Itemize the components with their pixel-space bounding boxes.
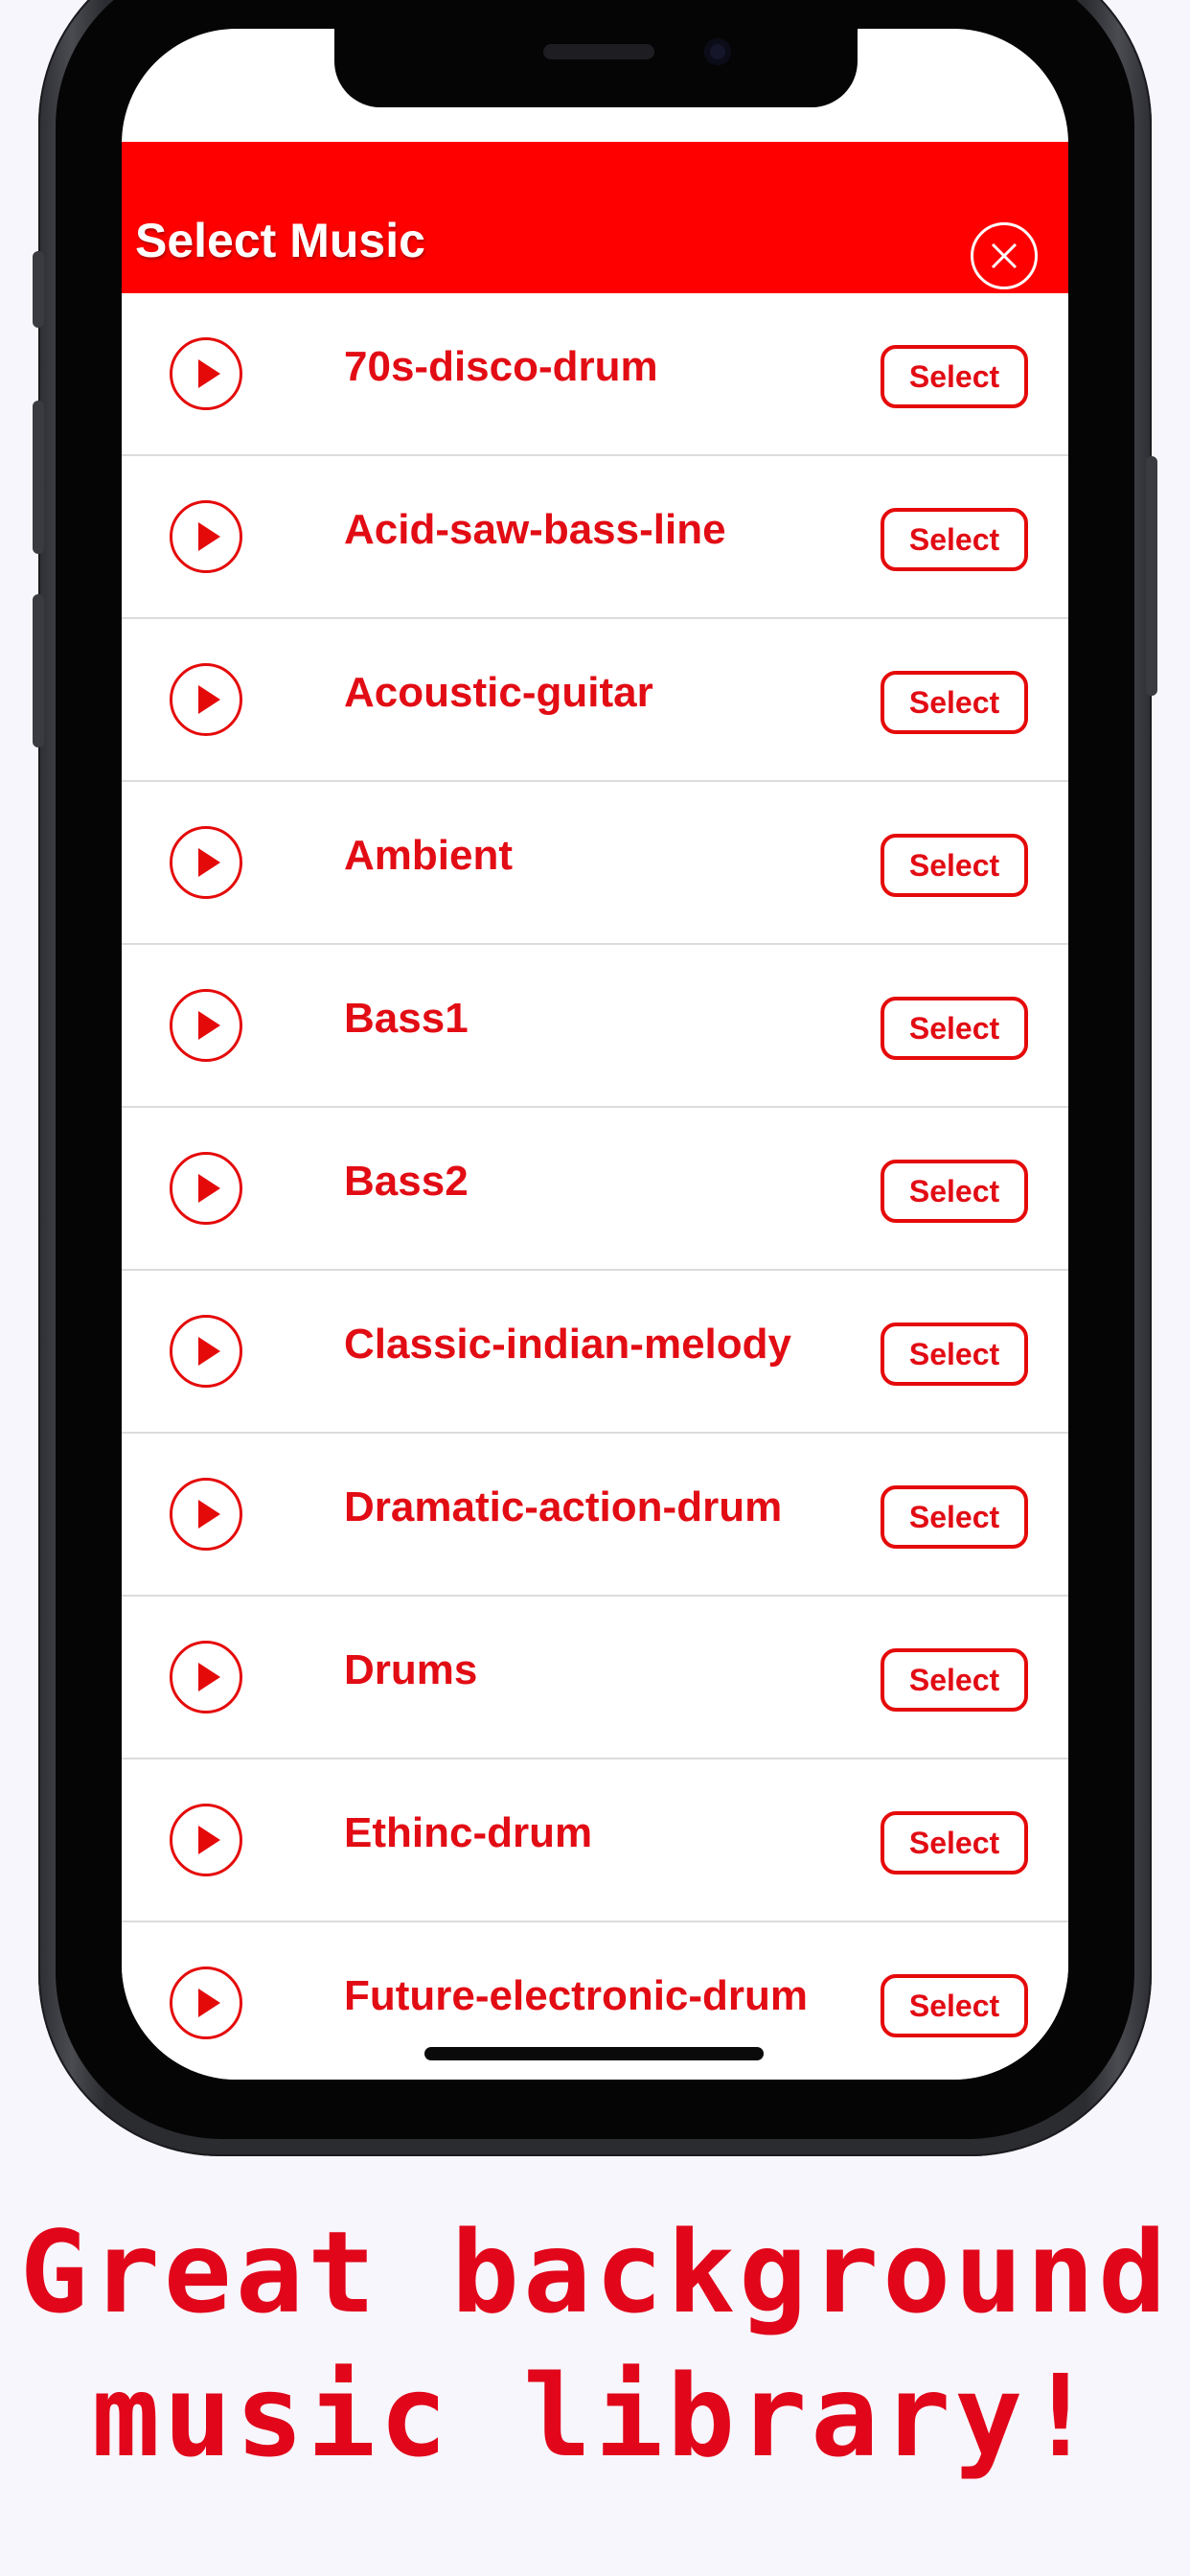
play-icon bbox=[198, 1989, 220, 2017]
track-name: Acid-saw-bass-line bbox=[344, 506, 726, 553]
close-icon bbox=[991, 242, 1018, 269]
play-button[interactable] bbox=[170, 1966, 242, 2039]
close-button[interactable] bbox=[971, 222, 1038, 289]
play-button[interactable] bbox=[170, 1315, 242, 1388]
play-icon bbox=[198, 1663, 220, 1691]
select-button[interactable]: Select bbox=[881, 508, 1028, 571]
play-icon bbox=[198, 359, 220, 388]
track-name: Dramatic-action-drum bbox=[344, 1484, 783, 1530]
play-button[interactable] bbox=[170, 826, 242, 899]
list-item[interactable]: Drums Select bbox=[122, 1597, 1068, 1760]
track-name: Drums bbox=[344, 1646, 478, 1693]
music-list: 70s-disco-drum Select Acid-saw-bass-line Se… bbox=[122, 293, 1068, 2080]
play-button[interactable] bbox=[170, 1641, 242, 1714]
select-button[interactable]: Select bbox=[881, 1160, 1028, 1223]
volume-up-button bbox=[33, 251, 44, 328]
home-indicator[interactable] bbox=[424, 2047, 764, 2060]
play-icon bbox=[198, 1174, 220, 1203]
app-screen: Select Music 70s-disco-drum Select Acid-sa… bbox=[122, 29, 1068, 2080]
track-name: 70s-disco-drum bbox=[344, 343, 658, 390]
play-icon bbox=[198, 1337, 220, 1366]
select-button[interactable]: Select bbox=[881, 1974, 1028, 2037]
play-button[interactable] bbox=[170, 1804, 242, 1876]
header-bar: Select Music bbox=[122, 142, 1068, 293]
play-icon bbox=[198, 1500, 220, 1529]
select-button[interactable]: Select bbox=[881, 1485, 1028, 1549]
play-button[interactable] bbox=[170, 989, 242, 1062]
play-icon bbox=[198, 848, 220, 877]
list-item[interactable]: Acoustic-guitar Select bbox=[122, 619, 1068, 782]
list-item[interactable]: Ethinc-drum Select bbox=[122, 1760, 1068, 1922]
list-item[interactable]: Classic-indian-melody Select bbox=[122, 1271, 1068, 1434]
list-item[interactable]: Bass1 Select bbox=[122, 945, 1068, 1108]
list-item[interactable]: 70s-disco-drum Select bbox=[122, 293, 1068, 456]
track-name: Ambient bbox=[344, 832, 513, 879]
play-icon bbox=[198, 522, 220, 551]
select-button[interactable]: Select bbox=[881, 1811, 1028, 1874]
select-button[interactable]: Select bbox=[881, 1648, 1028, 1712]
list-item[interactable]: Ambient Select bbox=[122, 782, 1068, 945]
select-button[interactable]: Select bbox=[881, 1322, 1028, 1386]
select-button[interactable]: Select bbox=[881, 834, 1028, 897]
page-title: Select Music bbox=[135, 214, 425, 267]
front-camera bbox=[704, 38, 731, 65]
track-name: Classic-indian-melody bbox=[344, 1321, 792, 1368]
play-icon bbox=[198, 685, 220, 714]
caption-line-1: Great background bbox=[19, 2206, 1171, 2338]
play-icon bbox=[198, 1826, 220, 1854]
play-button[interactable] bbox=[170, 337, 242, 410]
track-name: Acoustic-guitar bbox=[344, 669, 653, 716]
play-button[interactable] bbox=[170, 1152, 242, 1225]
notch bbox=[334, 29, 858, 107]
track-name: Bass1 bbox=[344, 995, 469, 1042]
power-button bbox=[1146, 456, 1157, 696]
list-item[interactable]: Acid-saw-bass-line Select bbox=[122, 456, 1068, 619]
select-button[interactable]: Select bbox=[881, 345, 1028, 408]
track-name: Future-electronic-drum bbox=[344, 1972, 809, 2019]
list-item[interactable]: Bass2 Select bbox=[122, 1108, 1068, 1271]
track-name: Ethinc-drum bbox=[344, 1809, 593, 1856]
select-button[interactable]: Select bbox=[881, 997, 1028, 1060]
play-icon bbox=[198, 1011, 220, 1040]
speaker-grille bbox=[543, 44, 654, 59]
promo-caption: Great background music library! bbox=[0, 2200, 1190, 2488]
caption-line-2: music library! bbox=[91, 2350, 1099, 2482]
play-button[interactable] bbox=[170, 663, 242, 736]
track-name: Bass2 bbox=[344, 1158, 469, 1205]
volume-up-button bbox=[33, 401, 44, 554]
play-button[interactable] bbox=[170, 1478, 242, 1551]
volume-down-button bbox=[33, 594, 44, 748]
play-button[interactable] bbox=[170, 500, 242, 573]
select-button[interactable]: Select bbox=[881, 671, 1028, 734]
list-item[interactable]: Dramatic-action-drum Select bbox=[122, 1434, 1068, 1597]
